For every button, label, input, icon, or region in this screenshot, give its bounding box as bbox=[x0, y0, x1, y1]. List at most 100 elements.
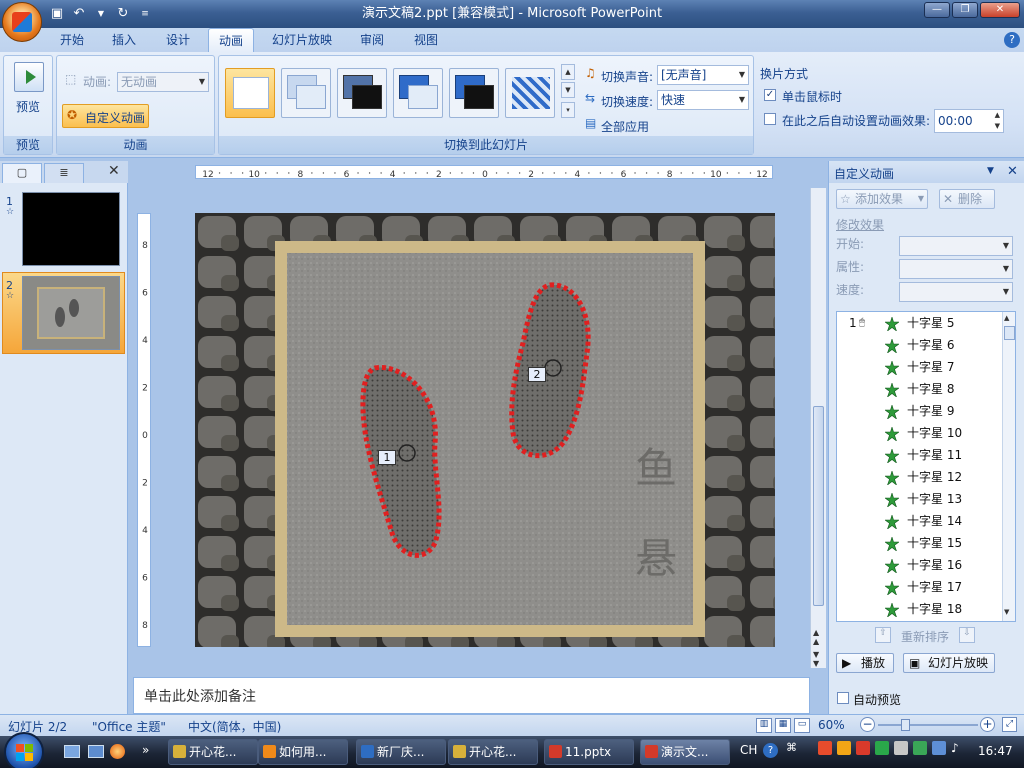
start-button[interactable] bbox=[4, 732, 44, 768]
on-click-checkbox[interactable]: ✓ bbox=[764, 89, 776, 101]
firefox-icon[interactable] bbox=[110, 744, 125, 759]
tab-insert[interactable]: 插入 bbox=[102, 28, 146, 52]
fit-to-window-icon[interactable]: ⤢ bbox=[1002, 717, 1017, 732]
animation-marker-1[interactable]: 1 bbox=[378, 450, 396, 465]
tab-design[interactable]: 设计 bbox=[156, 28, 200, 52]
slide-2-thumbnail[interactable] bbox=[22, 276, 120, 350]
taskbar-item[interactable]: 如何用... bbox=[258, 739, 348, 765]
zoom-out-icon[interactable]: − bbox=[860, 717, 875, 732]
status-theme[interactable]: "Office 主题" bbox=[92, 718, 166, 735]
sound-select[interactable]: [无声音] ▼ bbox=[657, 65, 749, 85]
slide-1-thumbnail[interactable] bbox=[22, 192, 120, 266]
animation-list-item[interactable]: 十字星 12 bbox=[837, 466, 1003, 488]
language-help-icon[interactable]: ? bbox=[763, 743, 778, 758]
auto-after-checkbox[interactable] bbox=[764, 113, 776, 125]
gallery-scroll-up-icon[interactable]: ▲ bbox=[561, 64, 575, 80]
speed-select[interactable]: 快速 ▼ bbox=[657, 90, 749, 110]
auto-preview-checkbox[interactable] bbox=[837, 692, 849, 704]
taskbar-item[interactable]: 演示文... bbox=[640, 739, 730, 765]
taskbar-item[interactable]: 开心花... bbox=[168, 739, 258, 765]
apply-all-button[interactable]: 全部应用 bbox=[601, 118, 649, 135]
office-button[interactable] bbox=[2, 2, 42, 42]
zoom-slider-thumb[interactable] bbox=[901, 719, 910, 731]
gallery-scroll-down-icon[interactable]: ▼ bbox=[561, 82, 575, 98]
animation-list-scrollbar[interactable]: ▲ ▼ bbox=[1002, 312, 1015, 621]
preview-icon[interactable] bbox=[14, 62, 44, 92]
save-icon[interactable]: ▣ bbox=[48, 5, 66, 23]
next-slide-icon[interactable]: ▼ ▼ bbox=[813, 650, 819, 668]
outline-tab-icon[interactable]: ≣ bbox=[44, 163, 84, 183]
undo-icon[interactable]: ↶ bbox=[70, 5, 88, 23]
animation-list-item[interactable]: 十字星 10 bbox=[837, 422, 1003, 444]
tab-review[interactable]: 审阅 bbox=[350, 28, 394, 52]
vertical-scrollbar[interactable]: ▲ ▲ ▼ ▼ bbox=[810, 188, 826, 668]
zoom-level[interactable]: 60% bbox=[818, 718, 845, 732]
tray-app-icon-3[interactable] bbox=[856, 741, 870, 755]
animation-list-item[interactable]: 十字星 17 bbox=[837, 576, 1003, 598]
prev-slide-icon[interactable]: ▲ ▲ bbox=[813, 628, 819, 646]
transition-dissolve-thumb[interactable] bbox=[505, 68, 555, 118]
close-button[interactable]: ✕ bbox=[980, 2, 1020, 18]
switch-windows-icon[interactable] bbox=[88, 745, 104, 758]
tray-app-icon-4[interactable] bbox=[875, 741, 889, 755]
slideshow-button[interactable]: ▣ 幻灯片放映 bbox=[903, 653, 995, 673]
animation-list-item[interactable]: 十字星 16 bbox=[837, 554, 1003, 576]
notes-field[interactable]: 单击此处添加备注 bbox=[133, 677, 810, 714]
transition-fade-black-thumb[interactable] bbox=[337, 68, 387, 118]
pane-menu-icon[interactable]: ▼ bbox=[987, 166, 994, 176]
auto-after-time-input[interactable]: 00:00 ▲ ▼ bbox=[934, 109, 1004, 133]
animation-list-item[interactable]: 十字星 9 bbox=[837, 400, 1003, 422]
scroll-thumb[interactable] bbox=[813, 406, 824, 606]
tab-home[interactable]: 开始 bbox=[50, 28, 94, 52]
pane-close-icon[interactable]: ✕ bbox=[1007, 164, 1018, 179]
animation-list-item[interactable]: 十字星 8 bbox=[837, 378, 1003, 400]
tab-animations[interactable]: 动画 bbox=[208, 28, 255, 52]
play-button[interactable]: ▶ 播放 bbox=[836, 653, 894, 673]
input-language[interactable]: CH bbox=[740, 743, 757, 757]
taskbar-item[interactable]: 新厂庆... bbox=[356, 739, 446, 765]
tray-volume-icon[interactable]: ♪ bbox=[951, 741, 965, 755]
animation-list-item[interactable]: 十字星 14 bbox=[837, 510, 1003, 532]
preview-button[interactable]: 预览 bbox=[16, 98, 40, 115]
show-desktop-icon[interactable] bbox=[64, 745, 80, 758]
transition-cut-black-thumb[interactable] bbox=[449, 68, 499, 118]
zoom-in-icon[interactable]: + bbox=[980, 717, 995, 732]
taskbar-item[interactable]: 11.pptx bbox=[544, 739, 634, 765]
customize-qat-icon[interactable]: ≡ bbox=[136, 5, 154, 23]
minimize-button[interactable]: — bbox=[924, 2, 950, 18]
undo-dropdown-icon[interactable]: ▼ bbox=[92, 5, 110, 23]
transition-fade-smooth-thumb[interactable] bbox=[281, 68, 331, 118]
animation-list-item[interactable]: 十字星 18 bbox=[837, 598, 1003, 620]
slideshow-view-icon[interactable]: ▭ bbox=[794, 718, 810, 733]
redo-icon[interactable]: ↻ bbox=[114, 5, 132, 23]
transition-none-thumb[interactable] bbox=[225, 68, 275, 118]
animation-marker-2[interactable]: 2 bbox=[528, 367, 546, 382]
animation-list-item[interactable]: 十字星 15 bbox=[837, 532, 1003, 554]
animation-list-item[interactable]: 1 🖱 十字星 5 bbox=[837, 312, 1003, 334]
close-pane-icon[interactable]: ✕ bbox=[108, 163, 120, 179]
taskbar-item[interactable]: 开心花... bbox=[448, 739, 538, 765]
tray-app-icon-5[interactable] bbox=[913, 741, 927, 755]
gallery-more-icon[interactable]: ▾ bbox=[561, 102, 575, 118]
animation-list-item[interactable]: 十字星 7 bbox=[837, 356, 1003, 378]
tray-app-icon-2[interactable] bbox=[837, 741, 851, 755]
maximize-button[interactable]: ❐ bbox=[952, 2, 978, 18]
custom-animation-button[interactable]: ✪ 自定义动画 bbox=[62, 104, 149, 128]
taskbar-clock[interactable]: 16:47 bbox=[978, 744, 1013, 758]
status-language[interactable]: 中文(简体，中国) bbox=[188, 718, 281, 735]
quicklaunch-more-icon[interactable]: » bbox=[142, 743, 149, 757]
language-bar-icon[interactable]: ⌘ bbox=[786, 741, 797, 754]
sorter-view-icon[interactable]: ▦ bbox=[775, 718, 791, 733]
help-icon[interactable]: ? bbox=[1004, 32, 1020, 48]
tray-shield-icon[interactable] bbox=[894, 741, 908, 755]
tray-app-icon-1[interactable] bbox=[818, 741, 832, 755]
tray-network-icon[interactable] bbox=[932, 741, 946, 755]
normal-view-icon[interactable]: ▥ bbox=[756, 718, 772, 733]
tab-view[interactable]: 视图 bbox=[404, 28, 448, 52]
animation-list[interactable]: 1 🖱 十字星 5 十字星 6 十字星 7 十字星 8 十字星 9 十字星 10 十字星 11 十… bbox=[836, 311, 1016, 622]
animation-list-item[interactable]: 十字星 6 bbox=[837, 334, 1003, 356]
animation-list-item[interactable]: 十字星 13 bbox=[837, 488, 1003, 510]
transition-cut-thumb[interactable] bbox=[393, 68, 443, 118]
zoom-slider-track[interactable] bbox=[878, 724, 978, 726]
tab-slideshow[interactable]: 幻灯片放映 bbox=[262, 28, 342, 52]
